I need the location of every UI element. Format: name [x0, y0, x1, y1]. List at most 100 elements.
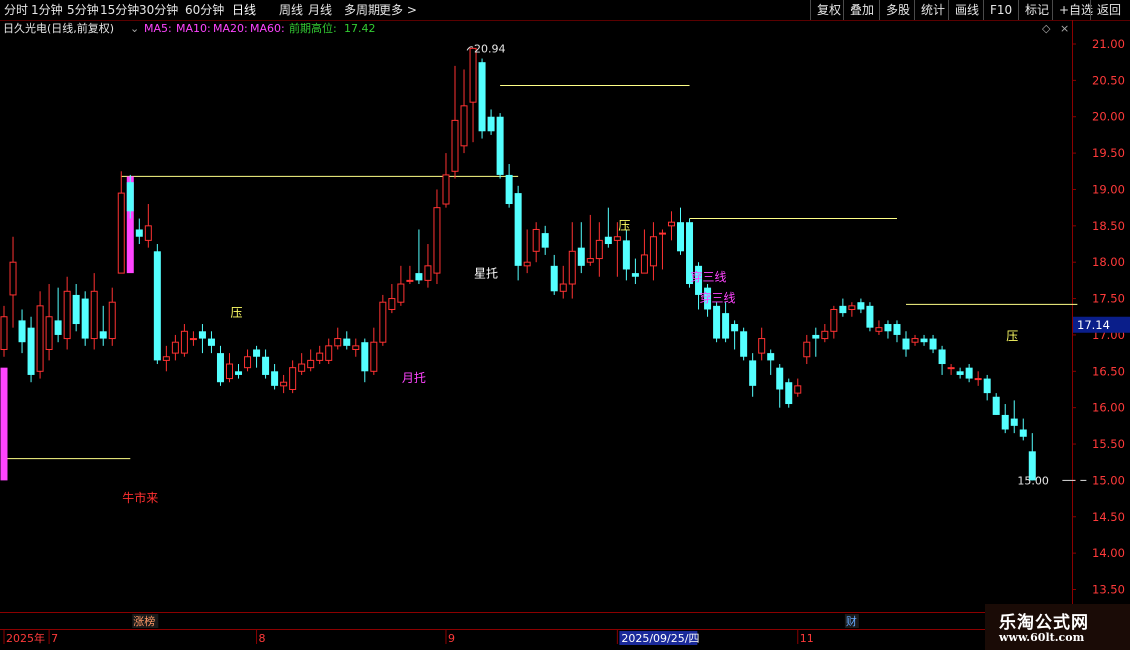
signal-annotation: 压: [1006, 329, 1018, 343]
candle-body-down: [27, 327, 35, 375]
candle-body-up: [397, 283, 405, 303]
candle-body-up: [532, 228, 540, 252]
candle-body-up: [559, 283, 567, 292]
y-tick-label: 16.50: [1092, 364, 1125, 378]
candle-body-down: [866, 305, 874, 328]
candle-body-down: [785, 382, 793, 405]
candle-body-down: [262, 356, 270, 375]
candle-body-down: [487, 116, 495, 132]
candle-body-up: [226, 363, 233, 380]
candle-body-up: [189, 338, 197, 341]
candle-body-up: [325, 345, 333, 361]
candle-body-up: [424, 265, 432, 281]
y-tick-label: 20.50: [1092, 73, 1125, 87]
y-tick-label: 15.50: [1092, 437, 1125, 451]
candle-body-up: [613, 236, 621, 241]
candle-body-down: [216, 353, 224, 383]
candle-body-down: [99, 331, 107, 339]
candle-body-up: [640, 254, 648, 274]
candle-body-down: [253, 349, 261, 357]
signal-annotation: 牛市来: [122, 490, 158, 505]
candle-body-up: [523, 261, 531, 267]
kline-chart[interactable]: 21.00 20.50 20.00 19.50 19.00 18.50 18.00 17.50…: [0, 0, 1130, 650]
y-tick-label: 14.00: [1092, 546, 1125, 560]
candle-body-down: [812, 334, 820, 339]
y-tick-label: 19.00: [1092, 182, 1125, 196]
candle-body-up: [406, 279, 414, 282]
candle-body-down: [271, 371, 279, 386]
cursor-date-label: 2025/09/25/四: [621, 632, 699, 645]
candle-body-down: [767, 353, 775, 361]
candle-body-up: [388, 298, 396, 310]
candle-body-up: [307, 359, 315, 369]
candle-body-down: [740, 331, 748, 357]
candle-body-down: [1019, 429, 1027, 437]
x-tick-label: 11: [800, 632, 814, 645]
watermark-title: 乐淘公式网: [999, 613, 1089, 633]
candle-body-down: [415, 273, 423, 281]
candle-body-up: [794, 385, 802, 394]
candle-body-up: [280, 381, 288, 387]
candle-body-down: [72, 294, 80, 325]
y-tick-label: 16.00: [1092, 401, 1125, 415]
candle-body-down: [577, 247, 585, 266]
signal-annotation: 穿三线: [691, 269, 727, 284]
candle-body-down: [722, 313, 730, 339]
candle-body-up: [90, 290, 98, 340]
candle-body-down: [550, 265, 558, 292]
candle-body-down: [631, 273, 639, 277]
candle-body-up: [451, 119, 459, 172]
candle-body-up: [667, 221, 675, 227]
candle-body-down: [677, 222, 684, 252]
signal-annotation: 星托: [474, 266, 498, 280]
candle-body-up: [586, 258, 594, 263]
candle-body-down: [776, 367, 784, 390]
candle-body-up: [298, 363, 306, 372]
candle-body-up: [649, 236, 657, 267]
candle-body-up: [9, 261, 17, 296]
candle-body-down: [135, 229, 143, 237]
candle-body-up: [911, 338, 919, 343]
candle-body-down: [884, 324, 892, 332]
candle-body-up: [875, 327, 883, 332]
high-price-label: 20.94: [474, 42, 506, 55]
candle-body-down: [956, 371, 964, 375]
candle-body-down: [126, 182, 134, 212]
candle-body-down: [604, 236, 612, 245]
candle-body-down: [713, 305, 721, 339]
candle-body-up: [848, 305, 856, 310]
low-price-label: 15.00: [1017, 474, 1049, 487]
candle-body-down: [81, 298, 89, 339]
candle-body-up: [352, 345, 360, 350]
candle-body-down: [1001, 414, 1009, 430]
candle-body-down: [235, 371, 243, 375]
candle-body-down: [343, 338, 351, 346]
y-tick-label: 18.50: [1092, 219, 1125, 233]
y-tick-label: 20.00: [1092, 110, 1125, 124]
candle-body-up: [0, 316, 8, 350]
magenta-signal-bar: [0, 367, 8, 481]
candle-body-up: [803, 341, 811, 358]
x-tick-label: 2025年: [6, 631, 45, 645]
candle-body-down: [207, 338, 215, 346]
candle-body-down: [983, 378, 991, 394]
candle-body-up: [821, 330, 829, 340]
candle-body-up: [144, 225, 152, 241]
candle-body-down: [857, 302, 865, 310]
candle-body-down: [54, 320, 62, 335]
candle-body-up: [334, 338, 342, 347]
candle-body-down: [992, 396, 1000, 415]
candle-body-down: [920, 338, 928, 343]
signal-annotation: 压: [618, 218, 630, 232]
candle-body-down: [1010, 418, 1018, 426]
candle-body-down: [514, 193, 522, 266]
y-tick-label: 21.00: [1092, 37, 1125, 51]
candle-body-up: [117, 192, 125, 274]
candle-body-up: [63, 290, 71, 340]
candle-body-up: [45, 316, 53, 350]
candle-body-down: [198, 331, 206, 339]
signal-annotation: 穿三线: [700, 290, 736, 305]
candle-body-down: [965, 367, 973, 379]
candle-body-down: [496, 116, 504, 175]
candle-body-down: [938, 349, 946, 365]
